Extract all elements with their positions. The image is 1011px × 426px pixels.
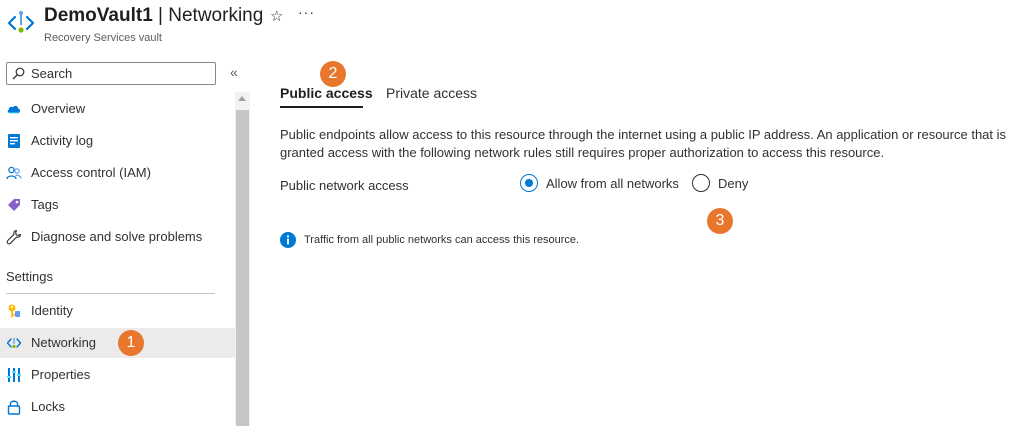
radio-allow-all-networks[interactable]: Allow from all networks [520,173,679,193]
sidebar-item-activity-log[interactable]: Activity log [0,126,235,156]
more-options-icon[interactable]: ··· [298,4,315,20]
sidebar-item-label: Activity log [31,133,94,148]
sidebar-item-tags[interactable]: Tags [0,190,235,220]
sidebar-scrollbar[interactable] [235,92,250,426]
sidebar-item-label: Identity [31,303,73,318]
activity-log-icon [8,134,20,148]
public-network-access-label: Public network access [280,178,409,193]
scrollbar-thumb[interactable] [236,110,249,426]
page-title: DemoVault1 | Networking [44,5,263,27]
resource-name: DemoVault1 [44,5,153,26]
sidebar-item-identity[interactable]: Identity [0,296,235,326]
radio-deny[interactable]: Deny [692,173,748,193]
active-tab-underline [280,106,363,108]
callout-badge-3: 3 [707,208,733,234]
networking-content: 2 Public access Private access Public en… [250,52,1011,426]
sidebar-menu: « Overview Activity log Access control (… [0,52,250,426]
sidebar-item-label: Diagnose and solve problems [31,229,203,244]
title-separator: | [152,5,169,26]
sidebar-item-locks[interactable]: Locks [0,392,235,422]
sidebar-item-label: Locks [31,399,65,414]
radio-label: Allow from all networks [546,175,679,191]
radio-unchecked-indicator[interactable] [692,174,710,192]
sidebar-item-overview[interactable]: Overview [0,94,235,124]
sidebar-item-label: Tags [31,197,59,212]
wrench-icon [6,229,22,245]
networking-icon [6,338,22,349]
radio-label: Deny [718,175,749,191]
networking-resource-icon [7,11,35,33]
tag-icon [8,199,20,211]
favorite-star-icon[interactable]: ☆ [270,7,283,25]
sidebar-item-label: Overview [31,101,86,116]
radio-checked-indicator[interactable] [520,174,538,192]
sidebar-item-label: Networking [31,335,97,350]
properties-icon [7,368,21,382]
resource-type-subtitle: Recovery Services vault [44,32,162,44]
sidebar-item-label: Properties [31,367,91,382]
tab-public-access[interactable]: Public access [280,85,373,101]
lock-icon [7,400,21,415]
tab-private-access[interactable]: Private access [386,85,477,101]
section-divider [6,293,215,294]
collapse-sidebar-icon[interactable]: « [230,64,238,80]
people-icon [6,166,22,180]
blade-header: DemoVault1 | Networking ☆ ··· Recovery S… [0,0,1011,52]
search-icon [12,67,25,80]
search-input[interactable] [31,65,211,82]
search-box[interactable] [6,62,216,85]
info-icon [280,232,296,248]
public-endpoints-description: Public endpoints allow access to this re… [280,127,1007,160]
settings-section-header: Settings [6,269,53,284]
sidebar-item-diagnose[interactable]: Diagnose and solve problems [0,222,235,252]
callout-badge-2: 2 [320,61,346,87]
sidebar-item-label: Access control (IAM) [31,165,151,180]
sidebar-item-properties[interactable]: Properties [0,360,235,390]
callout-badge-1: 1 [118,330,144,356]
page-name: Networking [168,5,264,26]
info-message: Traffic from all public networks can acc… [304,234,580,246]
key-icon [8,304,20,318]
sidebar-item-access-control[interactable]: Access control (IAM) [0,158,235,188]
overview-cloud-icon [7,105,20,114]
scroll-up-arrow-icon[interactable] [238,96,246,101]
